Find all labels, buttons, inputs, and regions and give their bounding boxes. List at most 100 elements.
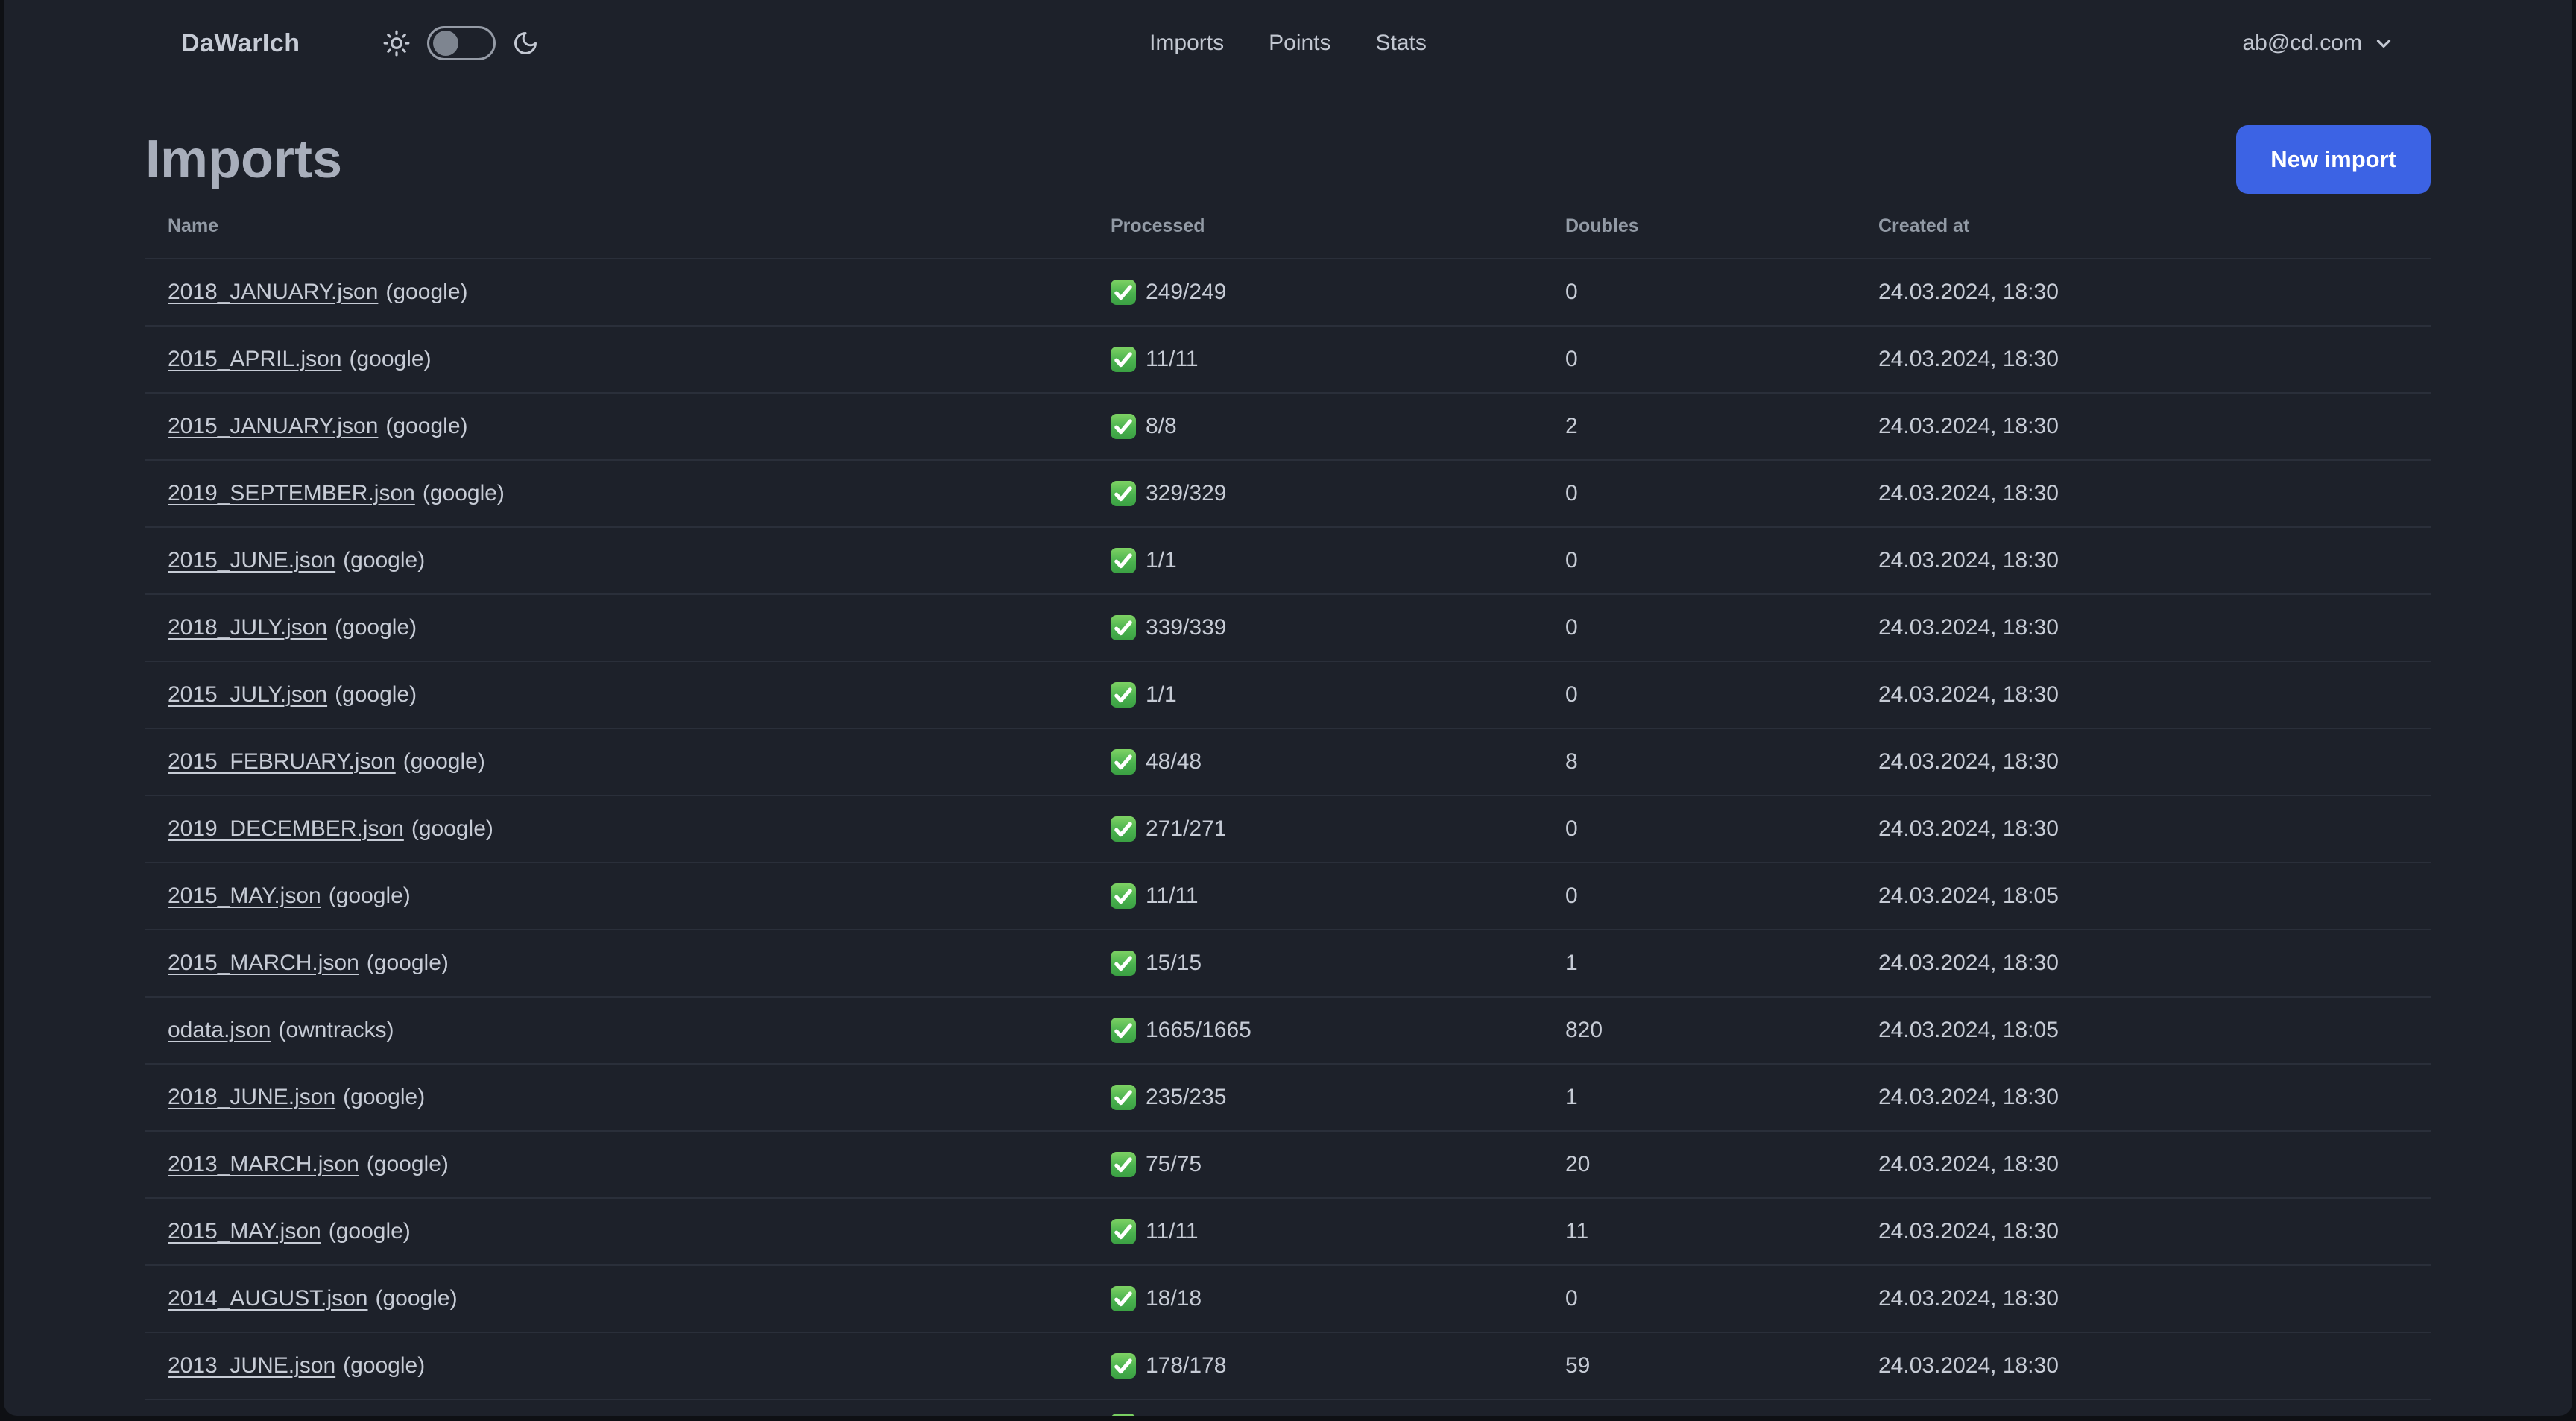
table-row: 2014_AUGUST.json (google) 18/18 0 24.03.2024… — [145, 1266, 2431, 1333]
created-cell: 24.03.2024, 18:30 — [1856, 548, 2431, 573]
import-file-link[interactable]: 2014_AUGUST.json — [168, 1286, 367, 1311]
import-file-link[interactable]: 2015_FEBRUARY.json — [168, 749, 396, 774]
table-row: 2015_MARCH.json (google) 15/15 1 24.03.2024,… — [145, 930, 2431, 998]
import-file-link[interactable]: 2018_JANUARY.json — [168, 280, 378, 304]
created-at: 24.03.2024, 18:30 — [1878, 280, 2059, 304]
table-row: 2019_SEPTEMBER.json (google) 329/329 0 24.03… — [145, 461, 2431, 528]
import-file-link[interactable]: 2015_JANUARY.json — [168, 414, 378, 438]
import-file-link[interactable]: 2015_MARCH.json — [168, 951, 359, 975]
import-file-link[interactable]: 2013_JUNE.json — [168, 1353, 335, 1378]
created-at: 24.03.2024, 18:30 — [1878, 615, 2059, 640]
green-check-icon — [1111, 548, 1136, 573]
name-cell: 2015_JULY.json (google) — [145, 682, 1088, 708]
doubles-count: 59 — [1565, 1353, 1591, 1378]
processed-cell: 15/15 — [1088, 951, 1543, 976]
processed-cell: 235/235 — [1088, 1085, 1543, 1110]
import-source: (owntracks) — [278, 1018, 394, 1042]
theme-toggle-switch[interactable] — [426, 26, 496, 60]
created-at: 24.03.2024, 18:30 — [1878, 1353, 2059, 1378]
theme-toggle — [382, 26, 539, 60]
doubles-cell: 20 — [1543, 1152, 1856, 1177]
table-row: 2018_JANUARY.json (google) 249/249 0 24.03.2… — [145, 259, 2431, 327]
doubles-cell: 0 — [1543, 548, 1856, 573]
import-source: (google) — [366, 951, 449, 975]
import-source: (google) — [385, 280, 468, 304]
name-cell: 2014_AUGUST.json (google) — [145, 1286, 1088, 1311]
processed-count: 249/249 — [1146, 280, 1227, 304]
created-at: 24.03.2024, 18:30 — [1878, 682, 2059, 707]
created-cell: 24.03.2024, 18:30 — [1856, 1286, 2431, 1311]
import-file-link[interactable]: 2015_JULY.json — [168, 682, 327, 707]
new-import-button[interactable]: New import — [2236, 125, 2431, 194]
import-file-link[interactable]: 2015_APRIL.json — [168, 347, 342, 371]
processed-count: 178/178 — [1146, 1353, 1227, 1378]
imports-table: Name Processed Doubles Created at 2018_J… — [145, 194, 2431, 1416]
processed-count: 329/329 — [1146, 481, 1227, 505]
created-at: 24.03.2024, 18:30 — [1878, 749, 2059, 774]
doubles-cell: 0 — [1543, 1286, 1856, 1311]
name-cell: 2018_JULY.json (google) — [145, 615, 1088, 640]
doubles-count: 820 — [1565, 1018, 1603, 1042]
created-at: 24.03.2024, 18:30 — [1878, 548, 2059, 573]
nav-link-imports[interactable]: Imports — [1149, 31, 1224, 56]
created-at: 24.03.2024, 18:30 — [1878, 414, 2059, 438]
page-title: Imports — [145, 130, 343, 189]
name-cell: 2015_APRIL.json (google) — [145, 347, 1088, 372]
doubles-count: 0 — [1565, 615, 1578, 640]
name-cell: 2018_JANUARY.json (google) — [145, 280, 1088, 305]
created-at: 24.03.2024, 18:30 — [1878, 1152, 2059, 1176]
created-cell: 24.03.2024, 18:30 — [1856, 951, 2431, 976]
processed-count: 15/15 — [1146, 951, 1202, 975]
import-source: (google) — [328, 1219, 411, 1244]
import-file-link[interactable]: 2018_JUNE.json — [168, 1085, 335, 1109]
table-row: odata.json (owntracks) 1665/1665 820 24.03.2… — [145, 998, 2431, 1065]
table-row: 2018_JULY.json (google) 339/339 0 24.03.2024… — [145, 595, 2431, 662]
processed-cell: 271/271 — [1088, 816, 1543, 842]
name-cell: 2019_DECEMBER.json (google) — [145, 816, 1088, 842]
doubles-count: 0 — [1565, 883, 1578, 908]
processed-cell: 329/329 — [1088, 481, 1543, 506]
created-at: 24.03.2024, 18:30 — [1878, 816, 2059, 841]
import-file-link[interactable]: 2015_JUNE.json — [168, 548, 335, 573]
import-file-link[interactable]: 2015_MAY.json — [168, 1219, 321, 1244]
user-menu[interactable]: ab@cd.com — [2242, 31, 2395, 56]
created-cell: 24.03.2024, 18:30 — [1856, 749, 2431, 775]
import-source: (google) — [335, 615, 417, 640]
doubles-count: 0 — [1565, 481, 1578, 505]
created-at: 24.03.2024, 18:05 — [1878, 1018, 2059, 1042]
import-file-link[interactable]: odata.json — [168, 1018, 271, 1042]
table-row: 2015_FEBRUARY.json (google) 48/48 8 24.03.20… — [145, 729, 2431, 796]
name-cell: 2013_MARCH.json (google) — [145, 1152, 1088, 1177]
created-at: 24.03.2024, 18:05 — [1878, 883, 2059, 908]
import-file-link[interactable]: 2015_MAY.json — [168, 883, 321, 908]
created-at: 24.03.2024, 18:30 — [1878, 347, 2059, 371]
processed-count: 1665/1665 — [1146, 1018, 1251, 1042]
app-window: DaWarIch Imports Points Stats ab@cd.com … — [4, 0, 2572, 1416]
green-check-icon — [1111, 951, 1136, 976]
page-header: Imports New import — [145, 125, 2431, 194]
processed-count: 11/11 — [1146, 883, 1199, 908]
import-source: (google) — [343, 1353, 426, 1378]
processed-cell: 11/11 — [1088, 883, 1543, 909]
name-cell: 2019_SEPTEMBER.json (google) — [145, 481, 1088, 506]
import-file-link[interactable]: 2013_MARCH.json — [168, 1152, 359, 1176]
doubles-count: 0 — [1565, 347, 1578, 371]
table-row: 2013_MARCH.json (google) 75/75 20 24.03.2024… — [145, 1132, 2431, 1199]
nav-link-stats[interactable]: Stats — [1376, 31, 1427, 56]
import-file-link[interactable]: 2018_JULY.json — [168, 615, 327, 640]
import-source: (google) — [422, 481, 505, 505]
processed-cell: 249/249 — [1088, 280, 1543, 305]
import-file-link[interactable]: 2019_SEPTEMBER.json — [168, 481, 415, 505]
table-row: 2013_JUNE.json (google) 178/178 59 24.03.202… — [145, 1333, 2431, 1400]
doubles-cell: 1 — [1543, 951, 1856, 976]
table-row: 2015_JULY.json (google) 1/1 0 24.03.2024, 18… — [145, 662, 2431, 729]
doubles-count: 20 — [1565, 1152, 1591, 1176]
created-at: 24.03.2024, 18:30 — [1878, 951, 2059, 975]
green-check-icon — [1111, 749, 1136, 775]
import-file-link[interactable]: 2019_DECEMBER.json — [168, 816, 404, 841]
toggle-knob — [432, 31, 458, 56]
app-logo[interactable]: DaWarIch — [181, 29, 300, 58]
processed-count: 11/11 — [1146, 347, 1199, 371]
nav-link-points[interactable]: Points — [1269, 31, 1330, 56]
doubles-count: 11 — [1565, 1219, 1589, 1244]
